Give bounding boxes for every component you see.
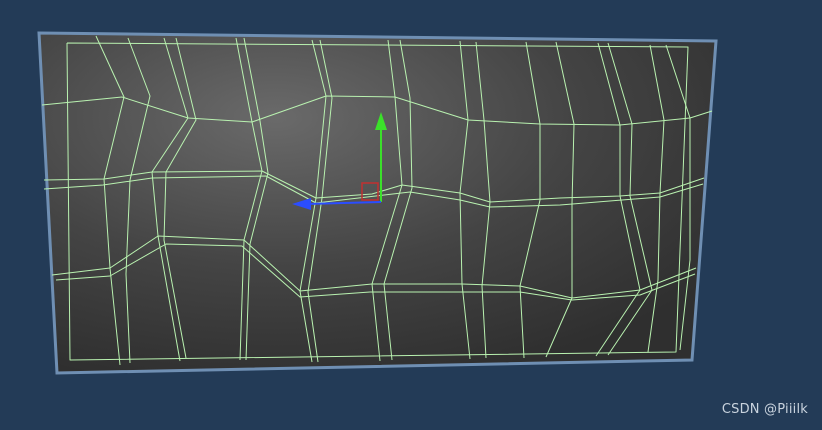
viewport-canvas <box>37 31 718 375</box>
3d-viewport[interactable]: CSDN @Piiilk <box>0 0 822 426</box>
watermark-text: CSDN @Piiilk <box>721 402 808 417</box>
